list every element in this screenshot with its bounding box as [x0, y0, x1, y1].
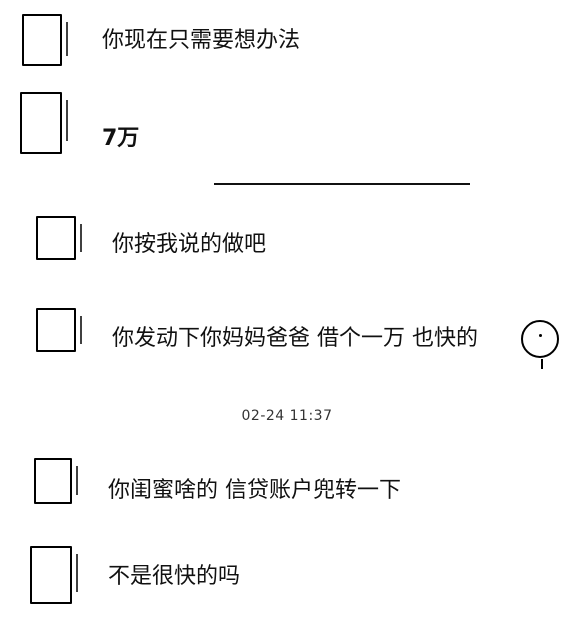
message-row: 你发动下你妈妈爸爸 借个一万 也快的 [0, 302, 574, 384]
reaction-icon[interactable] [521, 320, 559, 369]
message-row: 7万 [0, 90, 574, 162]
message-text: 你发动下你妈妈爸爸 借个一万 也快的 [112, 326, 478, 351]
message-text: 你闺蜜啥的 信贷账户兜转一下 [108, 478, 401, 503]
avatar[interactable] [36, 216, 82, 260]
avatar[interactable] [36, 308, 82, 352]
message-row: 你闺蜜啥的 信贷账户兜转一下 [0, 452, 574, 516]
message-text: 你按我说的做吧 [112, 232, 267, 257]
message-row: 不是很快的吗 [0, 540, 574, 612]
timestamp: 02-24 11:37 [241, 408, 333, 424]
message-row: 你按我说的做吧 [0, 210, 574, 266]
divider [214, 183, 470, 185]
message-text: 不是很快的吗 [108, 564, 241, 589]
message-row: 你现在只需要想办法 [0, 8, 574, 66]
avatar[interactable] [22, 14, 68, 66]
message-text: 7万 [102, 126, 140, 151]
avatar[interactable] [34, 458, 78, 504]
avatar[interactable] [30, 546, 78, 604]
avatar[interactable] [20, 92, 68, 154]
message-text: 你现在只需要想办法 [102, 28, 301, 53]
